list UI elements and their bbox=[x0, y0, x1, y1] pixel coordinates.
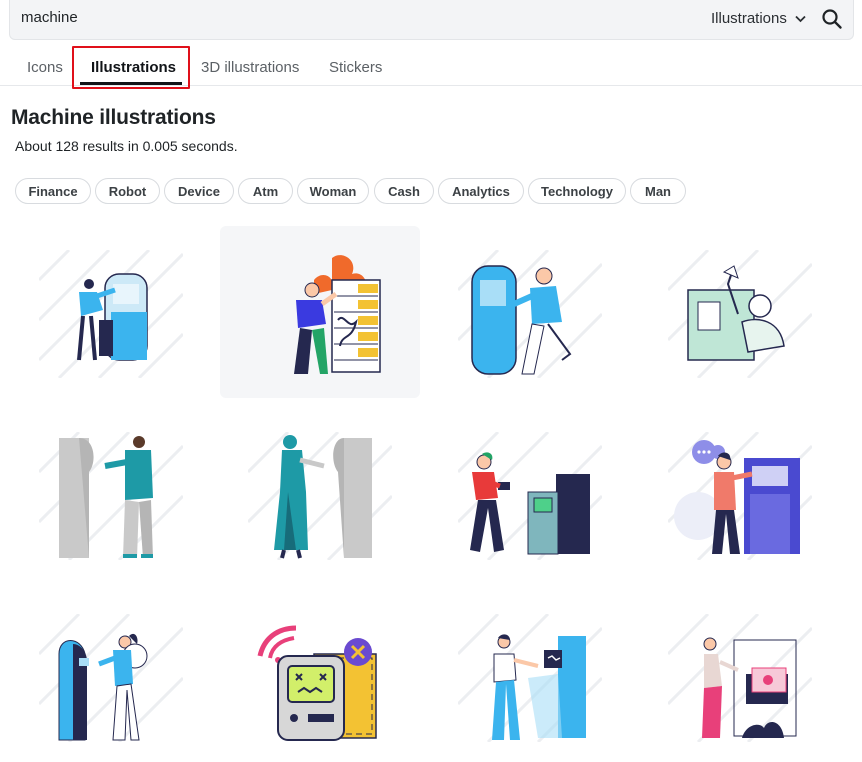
chip-finance[interactable]: Finance bbox=[15, 178, 91, 204]
chip-analytics[interactable]: Analytics bbox=[438, 178, 524, 204]
illustration-card[interactable] bbox=[220, 408, 420, 580]
illustration-card[interactable] bbox=[640, 408, 840, 580]
chip-cash[interactable]: Cash bbox=[374, 178, 434, 204]
chip-woman[interactable]: Woman bbox=[297, 178, 369, 204]
person-using-atm-illustration bbox=[458, 250, 602, 378]
tab-stickers[interactable]: Stickers bbox=[329, 59, 382, 76]
person-by-burning-server-illustration bbox=[294, 255, 381, 374]
search-icon[interactable] bbox=[821, 8, 843, 30]
illustration-card[interactable] bbox=[430, 226, 630, 398]
illustration-card[interactable] bbox=[430, 408, 630, 580]
illustration-card[interactable] bbox=[220, 226, 420, 398]
tab-highlight-box bbox=[72, 46, 190, 89]
type-select-label: Illustrations bbox=[711, 10, 787, 27]
type-select[interactable]: Illustrations bbox=[711, 10, 806, 27]
chevron-down-icon bbox=[795, 15, 806, 22]
result-count: About 128 results in 0.005 seconds. bbox=[15, 138, 238, 154]
illustration-card[interactable] bbox=[220, 590, 420, 762]
man-at-cash-machine-illustration bbox=[668, 432, 812, 560]
person-with-atm-illustration bbox=[39, 614, 183, 742]
chip-device[interactable]: Device bbox=[164, 178, 234, 204]
person-using-terminal-illustration bbox=[458, 614, 602, 742]
broken-arcade-machine-illustration bbox=[257, 625, 377, 741]
page-title: Machine illustrations bbox=[11, 106, 216, 129]
illustration-card[interactable] bbox=[430, 590, 630, 762]
search-bar: machine Illustrations bbox=[9, 0, 854, 40]
search-input[interactable]: machine bbox=[21, 9, 78, 26]
illustration-card[interactable] bbox=[640, 226, 840, 398]
woman-inserting-card-illustration bbox=[458, 432, 602, 560]
woman-at-atm-illustration bbox=[248, 432, 392, 560]
tab-3d-illustrations[interactable]: 3D illustrations bbox=[201, 59, 299, 76]
woman-with-cash-machine-illustration bbox=[668, 614, 812, 742]
illustration-card[interactable] bbox=[11, 226, 211, 398]
chip-technology[interactable]: Technology bbox=[528, 178, 626, 204]
chip-man[interactable]: Man bbox=[630, 178, 686, 204]
person-repairing-atm-illustration bbox=[39, 250, 183, 378]
chip-atm[interactable]: Atm bbox=[238, 178, 293, 204]
illustration-card[interactable] bbox=[640, 590, 840, 762]
chip-robot[interactable]: Robot bbox=[95, 178, 160, 204]
person-at-kiosk-illustration bbox=[668, 250, 812, 378]
man-at-atm-illustration bbox=[39, 432, 183, 560]
tab-icons[interactable]: Icons bbox=[27, 59, 63, 76]
illustration-card[interactable] bbox=[11, 590, 211, 762]
illustration-card[interactable] bbox=[11, 408, 211, 580]
